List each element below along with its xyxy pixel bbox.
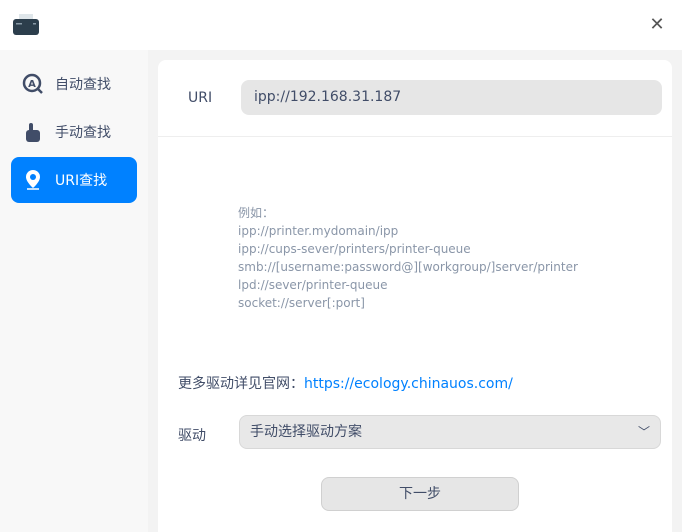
auto-search-icon: A — [21, 72, 45, 96]
example-line: ipp://cups-sever/printers/printer-queue — [238, 242, 471, 256]
location-pin-icon — [21, 168, 45, 192]
svg-text:A: A — [28, 79, 36, 90]
next-button[interactable]: 下一步 — [321, 477, 519, 511]
sidebar-item-manual-search[interactable]: 手动查找 — [11, 109, 137, 155]
example-line: smb://[username:password@][workgroup/]se… — [238, 260, 578, 274]
more-drivers-label: 更多驱动详见官网： — [178, 376, 304, 392]
uri-panel: URI ipp://192.168.31.187 例如： ipp://print… — [158, 60, 672, 532]
example-heading: 例如： — [238, 206, 275, 220]
driver-select[interactable]: 手动选择驱动方案 ﹀ — [239, 415, 661, 449]
title-bar: ✕ — [0, 0, 682, 50]
example-line: socket://server[:port] — [238, 296, 365, 310]
uri-label: URI — [188, 90, 213, 106]
divider — [158, 136, 672, 137]
chevron-down-icon: ﹀ — [637, 425, 650, 439]
sidebar-item-uri-search[interactable]: URI查找 — [11, 157, 137, 203]
sidebar-item-label: 自动查找 — [55, 77, 111, 93]
sidebar-item-label: 手动查找 — [55, 125, 111, 141]
driver-label: 驱动 — [178, 428, 206, 444]
printer-app-icon — [13, 14, 39, 35]
example-line: ipp://printer.mydomain/ipp — [238, 224, 399, 238]
close-button[interactable]: ✕ — [646, 14, 668, 36]
sidebar-item-label: URI查找 — [55, 173, 108, 189]
hand-pointer-icon — [21, 120, 45, 144]
sidebar-item-auto-search[interactable]: A 自动查找 — [11, 61, 137, 107]
driver-select-value: 手动选择驱动方案 — [250, 424, 362, 440]
example-line: lpd://sever/printer-queue — [238, 278, 388, 292]
sidebar: A 自动查找 手动查找 URI查找 — [0, 50, 148, 532]
uri-examples: 例如： ipp://printer.mydomain/ipp ipp://cup… — [238, 204, 578, 312]
driver-website-link[interactable]: https://ecology.chinauos.com/ — [304, 376, 513, 392]
uri-input[interactable]: ipp://192.168.31.187 — [241, 80, 662, 115]
more-drivers-text: 更多驱动详见官网：https://ecology.chinauos.com/ — [178, 373, 513, 393]
